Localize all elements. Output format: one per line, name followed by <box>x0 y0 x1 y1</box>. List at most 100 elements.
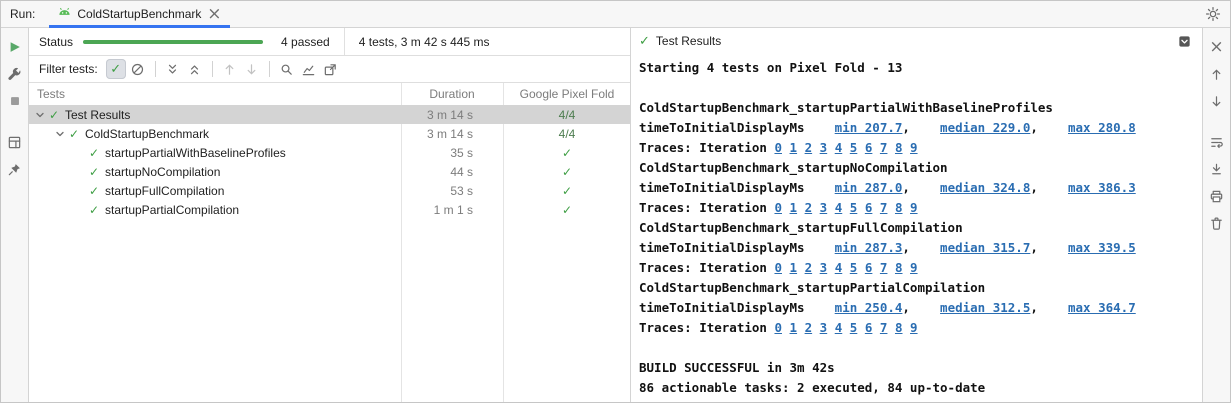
trace-iteration-link[interactable]: 0 <box>774 140 782 155</box>
trace-iteration-link[interactable]: 5 <box>850 260 858 275</box>
trace-iteration-link[interactable]: 6 <box>865 260 873 275</box>
trace-iteration-link[interactable]: 3 <box>820 200 828 215</box>
trace-iteration-link[interactable]: 7 <box>880 140 888 155</box>
chevron-down-icon[interactable] <box>53 127 67 141</box>
metric-min-link[interactable]: min 250.4 <box>835 300 903 315</box>
tab-close-icon[interactable]: × <box>206 6 222 22</box>
duration-cell: 1 m 1 s <box>401 203 503 217</box>
table-row[interactable]: ✓ColdStartupBenchmark3 m 14 s4/4 <box>29 124 630 143</box>
close-console-icon[interactable]: × <box>1207 37 1227 57</box>
trace-iteration-link[interactable]: 6 <box>865 200 873 215</box>
trace-iteration-link[interactable]: 9 <box>910 140 918 155</box>
soft-wrap-icon[interactable] <box>1207 132 1227 152</box>
trace-iteration-link[interactable]: 6 <box>865 140 873 155</box>
trace-iteration-link[interactable]: 8 <box>895 260 903 275</box>
table-row[interactable]: ✓startupPartialWithBaselineProfiles35 s✓ <box>29 143 630 162</box>
trace-iteration-link[interactable]: 7 <box>880 320 888 335</box>
console-toolbar: × <box>1202 28 1230 402</box>
test-progress-bar <box>83 40 263 44</box>
duration-cell: 3 m 14 s <box>401 108 503 122</box>
metric-max-link[interactable]: max 339.5 <box>1068 240 1136 255</box>
trace-iteration-link[interactable]: 3 <box>820 140 828 155</box>
scroll-to-end-icon[interactable] <box>1207 159 1227 179</box>
pin-tab-icon[interactable] <box>5 159 25 179</box>
previous-occurrence-icon <box>220 59 240 79</box>
scroll-up-icon[interactable] <box>1207 64 1227 84</box>
show-ignored-icon[interactable] <box>128 59 148 79</box>
trace-iteration-link[interactable]: 5 <box>850 320 858 335</box>
import-results-icon[interactable] <box>299 59 319 79</box>
trace-iteration-link[interactable]: 0 <box>774 200 782 215</box>
metric-min-link[interactable]: min 207.7 <box>835 120 903 135</box>
trace-iteration-link[interactable]: 3 <box>820 260 828 275</box>
trace-iteration-link[interactable]: 5 <box>850 200 858 215</box>
chevron-down-icon[interactable] <box>33 108 47 122</box>
table-row[interactable]: ✓startupPartialCompilation1 m 1 s✓ <box>29 200 630 219</box>
trace-iteration-link[interactable]: 9 <box>910 320 918 335</box>
metric-max-link[interactable]: max 280.8 <box>1068 120 1136 135</box>
column-header-device[interactable]: Google Pixel Fold <box>503 87 630 101</box>
test-passed-icon: ✓ <box>639 34 650 48</box>
trace-iteration-link[interactable]: 5 <box>850 140 858 155</box>
trace-iteration-link[interactable]: 3 <box>820 320 828 335</box>
console-line: timeToInitialDisplayMs min 250.4, median… <box>639 298 1194 318</box>
column-header-tests[interactable]: Tests <box>29 87 401 101</box>
console-output[interactable]: Starting 4 tests on Pixel Fold - 13 Cold… <box>631 54 1202 402</box>
result-cell: ✓ <box>503 165 630 179</box>
trace-iteration-link[interactable]: 2 <box>805 200 813 215</box>
column-header-duration[interactable]: Duration <box>401 87 503 101</box>
trace-iteration-link[interactable]: 0 <box>774 320 782 335</box>
rerun-tests-icon[interactable] <box>5 37 25 57</box>
console-line: timeToInitialDisplayMs min 207.7, median… <box>639 118 1194 138</box>
trace-iteration-link[interactable]: 7 <box>880 260 888 275</box>
console-line: BUILD SUCCESSFUL in 3m 42s <box>639 358 1194 378</box>
trace-iteration-link[interactable]: 6 <box>865 320 873 335</box>
trace-iteration-link[interactable]: 4 <box>835 320 843 335</box>
test-summary: 4 tests, 3 m 42 s 445 ms <box>359 35 490 49</box>
metric-min-link[interactable]: min 287.0 <box>835 180 903 195</box>
trace-iteration-link[interactable]: 2 <box>805 320 813 335</box>
trace-iteration-link[interactable]: 7 <box>880 200 888 215</box>
test-settings-icon[interactable] <box>5 64 25 84</box>
trace-iteration-link[interactable]: 1 <box>790 260 798 275</box>
expand-all-icon[interactable] <box>163 59 183 79</box>
restore-layout-icon[interactable] <box>5 132 25 152</box>
metric-median-link[interactable]: median 312.5 <box>940 300 1030 315</box>
metric-max-link[interactable]: max 364.7 <box>1068 300 1136 315</box>
table-row[interactable]: ✓Test Results3 m 14 s4/4 <box>29 105 630 124</box>
trace-iteration-link[interactable]: 1 <box>790 140 798 155</box>
trace-iteration-link[interactable]: 4 <box>835 140 843 155</box>
table-row[interactable]: ✓startupFullCompilation53 s✓ <box>29 181 630 200</box>
trace-iteration-link[interactable]: 1 <box>790 320 798 335</box>
tab-coldstartupbenchmark[interactable]: ColdStartupBenchmark × <box>49 1 230 27</box>
scroll-down-icon[interactable] <box>1207 91 1227 111</box>
expand-console-icon[interactable] <box>1174 31 1194 51</box>
metric-max-link[interactable]: max 386.3 <box>1068 180 1136 195</box>
console-title: Test Results <box>656 34 721 48</box>
trace-iteration-link[interactable]: 1 <box>790 200 798 215</box>
trace-iteration-link[interactable]: 0 <box>774 260 782 275</box>
table-row[interactable]: ✓startupNoCompilation44 s✓ <box>29 162 630 181</box>
trace-iteration-link[interactable]: 8 <box>895 140 903 155</box>
trace-iteration-link[interactable]: 8 <box>895 200 903 215</box>
show-passed-icon[interactable]: ✓ <box>106 59 126 79</box>
console-line: Traces: Iteration 0 1 2 3 4 5 6 7 8 9 <box>639 198 1194 218</box>
metric-median-link[interactable]: median 229.0 <box>940 120 1030 135</box>
tool-window-settings-icon[interactable] <box>1203 4 1223 24</box>
trace-iteration-link[interactable]: 4 <box>835 260 843 275</box>
export-results-icon[interactable] <box>321 59 341 79</box>
metric-median-link[interactable]: median 324.8 <box>940 180 1030 195</box>
trace-iteration-link[interactable]: 4 <box>835 200 843 215</box>
trace-iteration-link[interactable]: 9 <box>910 260 918 275</box>
clear-console-icon[interactable] <box>1207 213 1227 233</box>
print-icon[interactable] <box>1207 186 1227 206</box>
trace-iteration-link[interactable]: 2 <box>805 140 813 155</box>
run-actions-toolbar <box>1 28 29 402</box>
collapse-all-icon[interactable] <box>185 59 205 79</box>
trace-iteration-link[interactable]: 2 <box>805 260 813 275</box>
metric-min-link[interactable]: min 287.3 <box>835 240 903 255</box>
trace-iteration-link[interactable]: 9 <box>910 200 918 215</box>
trace-iteration-link[interactable]: 8 <box>895 320 903 335</box>
metric-median-link[interactable]: median 315.7 <box>940 240 1030 255</box>
search-tests-icon[interactable] <box>277 59 297 79</box>
